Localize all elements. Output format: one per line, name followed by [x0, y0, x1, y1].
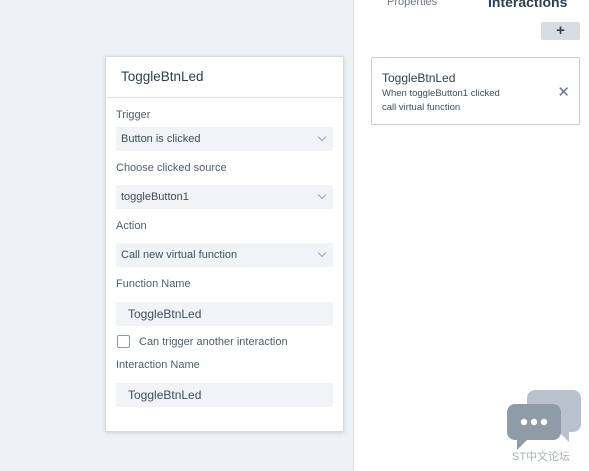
interaction-item[interactable]: ToggleBtnLed When toggleButton1 clicked …	[371, 57, 580, 125]
editor-title: ToggleBtnLed	[106, 57, 343, 98]
watermark-text: ST中文论坛	[512, 451, 571, 463]
interaction-editor: ToggleBtnLed Trigger Button is clicked C…	[105, 56, 344, 432]
close-icon[interactable]: ✕	[557, 83, 570, 101]
trigger-another-checkbox[interactable]	[117, 335, 130, 348]
interaction-name-label: Interaction Name	[116, 359, 200, 371]
action-label: Action	[116, 220, 147, 232]
interaction-desc-line2: call virtual function	[382, 102, 461, 113]
source-select[interactable]: toggleButton1	[116, 185, 333, 209]
action-value: Call new virtual function	[121, 249, 238, 261]
chevron-down-icon	[317, 190, 327, 200]
interaction-item-title: ToggleBtnLed	[382, 71, 456, 85]
trigger-another-row: Can trigger another interaction	[117, 335, 333, 348]
tab-properties[interactable]: Properties	[387, 0, 437, 8]
source-label: Choose clicked source	[116, 162, 227, 174]
trigger-label: Trigger	[116, 109, 151, 121]
interaction-desc-line1: When toggleButton1 clicked	[382, 88, 500, 99]
interaction-name-input[interactable]: ToggleBtnLed	[116, 383, 333, 407]
function-name-label: Function Name	[116, 278, 191, 290]
source-value: toggleButton1	[121, 191, 189, 203]
add-interaction-button[interactable]: +	[541, 22, 580, 40]
action-select[interactable]: Call new virtual function	[116, 243, 333, 267]
tab-interactions[interactable]: Interactions	[488, 0, 567, 10]
function-name-input[interactable]: ToggleBtnLed	[116, 302, 333, 326]
interaction-item-description: When toggleButton1 clicked call virtual …	[382, 87, 532, 115]
trigger-another-label: Can trigger another interaction	[139, 335, 288, 348]
trigger-select[interactable]: Button is clicked	[116, 127, 333, 151]
trigger-value: Button is clicked	[121, 133, 201, 145]
chevron-down-icon	[317, 248, 327, 258]
chevron-down-icon	[317, 132, 327, 142]
